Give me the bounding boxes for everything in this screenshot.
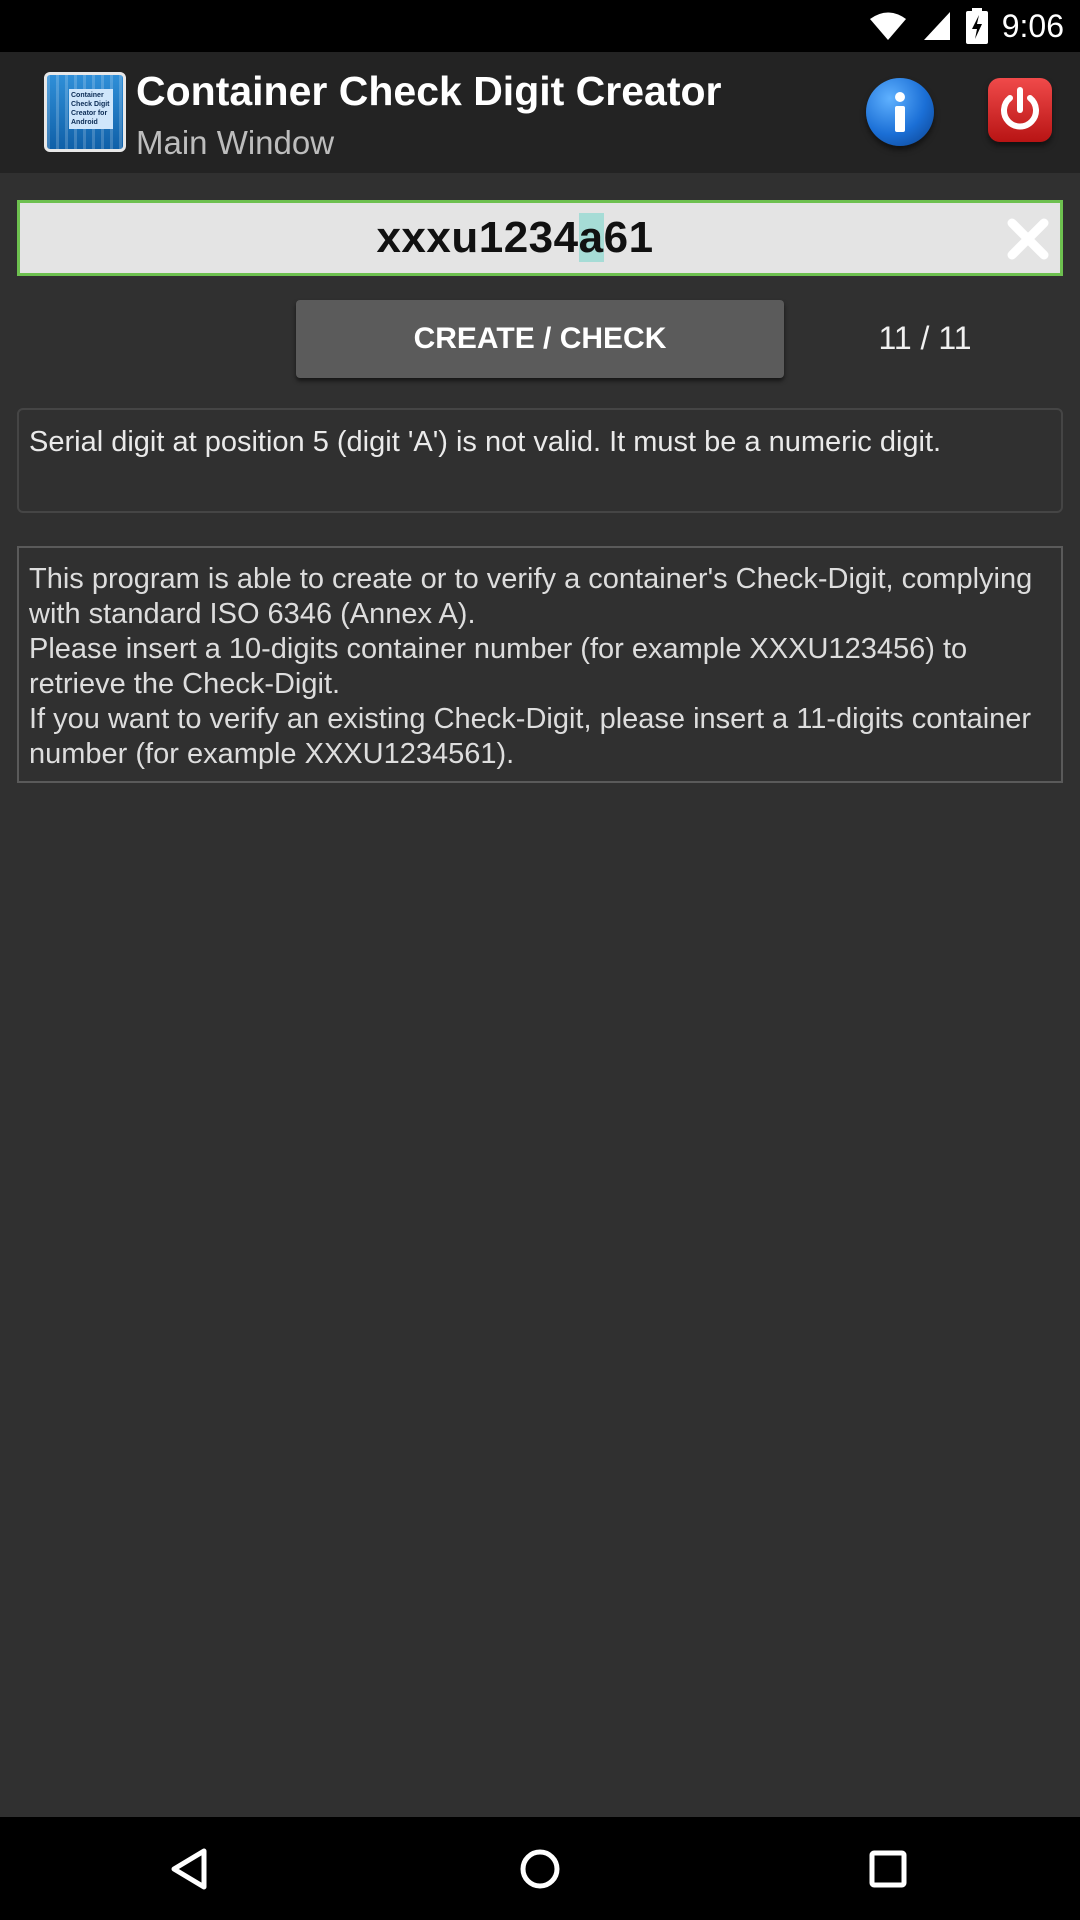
info-panel: This program is able to create or to ver… (17, 546, 1063, 783)
battery-charging-icon (965, 8, 988, 44)
back-button[interactable] (160, 1839, 220, 1899)
cellular-signal-icon (923, 12, 950, 40)
selected-text: a (578, 213, 604, 262)
home-button[interactable] (510, 1839, 570, 1899)
app-title: Container Check Digit Creator (136, 68, 722, 114)
power-button[interactable] (988, 78, 1052, 142)
status-icons: 9:06 (868, 0, 1064, 52)
info-line: This program is able to create or to ver… (29, 563, 1033, 630)
character-counter: 11 / 11 (878, 320, 972, 356)
app-logo: Container Check Digit Creator for Androi… (44, 72, 126, 152)
navigation-bar (0, 1817, 1080, 1920)
create-check-button[interactable]: CREATE / CHECK (296, 300, 784, 378)
info-icon (895, 92, 905, 132)
status-bar: 9:06 (0, 0, 1080, 52)
recents-button[interactable] (858, 1839, 918, 1899)
info-line: If you want to verify an existing Check-… (29, 703, 1032, 770)
back-icon (171, 1848, 207, 1890)
wifi-icon (869, 12, 906, 40)
clear-input-button[interactable] (1006, 217, 1050, 261)
recents-icon (869, 1850, 907, 1888)
power-icon (1001, 87, 1039, 130)
close-icon (1007, 218, 1049, 260)
result-message: Serial digit at position 5 (digit 'A') i… (17, 408, 1063, 513)
status-time: 9:06 (1001, 7, 1064, 44)
app-logo-text: Container Check Digit Creator for Androi… (69, 89, 113, 129)
container-number-value[interactable]: xxxu1234a61 (376, 213, 653, 263)
info-line: Please insert a 10-digits container numb… (29, 633, 968, 700)
app-subtitle: Main Window (136, 124, 335, 161)
info-button[interactable] (866, 78, 934, 146)
app-bar: Container Check Digit Creator for Androi… (0, 52, 1080, 173)
container-number-input[interactable]: xxxu1234a61 (17, 200, 1063, 276)
home-icon (520, 1849, 560, 1889)
